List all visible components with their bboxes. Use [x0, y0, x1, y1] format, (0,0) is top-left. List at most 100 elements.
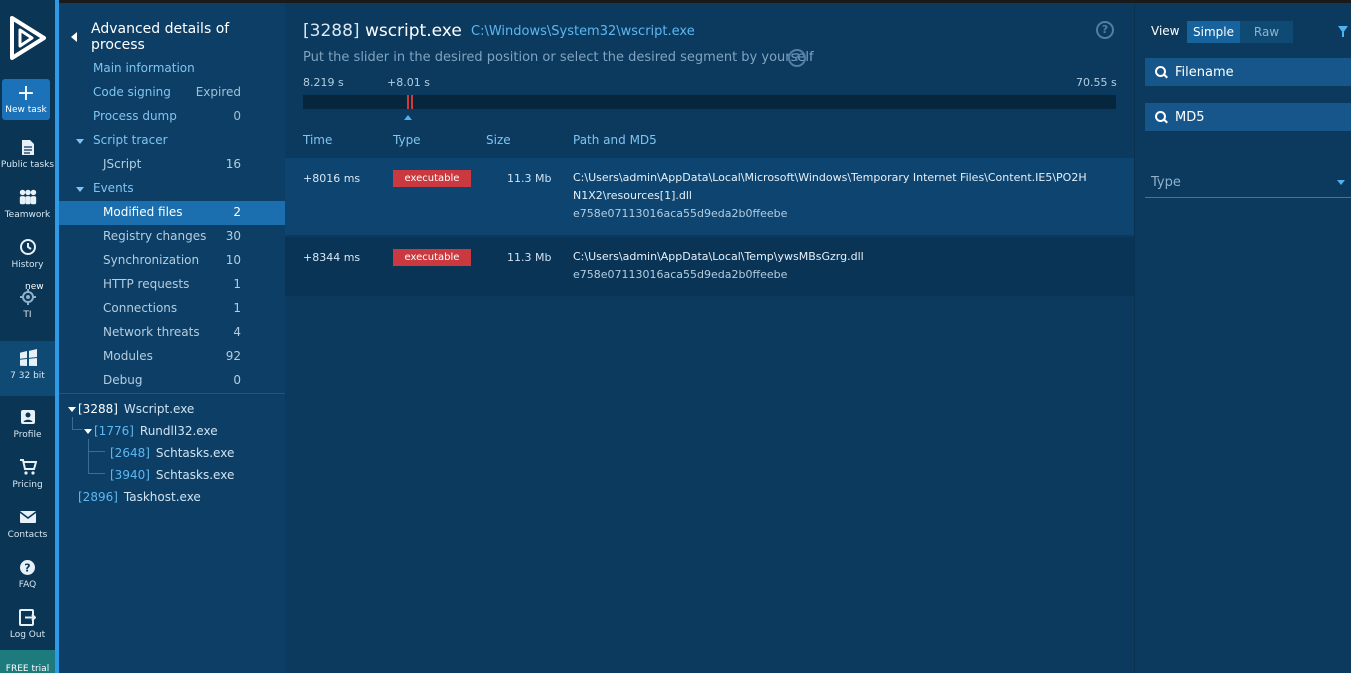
question-icon: ? — [18, 557, 38, 577]
tree-process-rundll32[interactable]: [1776] Rundll32.exe — [84, 424, 218, 438]
tree-process-schtasks[interactable]: [2648] Schtasks.exe — [110, 446, 234, 460]
menu-process-dump[interactable]: Process dump 0 — [59, 105, 285, 129]
history-label: History — [11, 260, 44, 270]
menu-jscript[interactable]: JScript 16 — [59, 153, 285, 177]
menu-network-threats[interactable]: Network threats 4 — [59, 321, 285, 345]
new-task-label: New task — [5, 104, 47, 115]
type-select[interactable]: Type — [1145, 167, 1351, 198]
search-icon — [1155, 111, 1167, 123]
tree-line — [72, 417, 73, 429]
pricing-label: Pricing — [12, 480, 43, 490]
play-logo-icon — [9, 16, 46, 60]
filter-icon-stem — [1342, 32, 1344, 37]
profile-label: Profile — [13, 430, 42, 440]
public-tasks-label: Public tasks — [0, 160, 55, 170]
rail-history[interactable]: History — [0, 237, 55, 270]
menu-modules[interactable]: Modules 92 — [59, 345, 285, 369]
menu-label: Modified files — [103, 205, 183, 219]
column-header-size[interactable]: Size — [486, 133, 511, 147]
filename-placeholder: Filename — [1175, 64, 1234, 80]
chevron-down-icon — [1337, 180, 1345, 185]
menu-main-information[interactable]: Main information — [59, 57, 285, 81]
logout-label: Log Out — [9, 630, 46, 640]
menu-value: 1 — [233, 301, 241, 315]
view-toggle: Simple Raw — [1187, 21, 1293, 43]
menu-code-signing[interactable]: Code signing Expired — [59, 81, 285, 105]
menu-value: 2 — [233, 205, 241, 219]
event-marker — [411, 95, 413, 109]
tree-process-schtasks[interactable]: [3940] Schtasks.exe — [110, 468, 234, 482]
svg-text:?: ? — [24, 561, 30, 574]
column-header-path[interactable]: Path and MD5 — [573, 133, 657, 147]
rail-public-tasks[interactable]: Public tasks — [0, 137, 55, 170]
contacts-label: Contacts — [7, 530, 48, 540]
rail-contacts[interactable]: Contacts — [0, 507, 55, 540]
profile-icon — [18, 407, 38, 427]
menu-registry-changes[interactable]: Registry changes 30 — [59, 225, 285, 249]
rail-os[interactable]: 7 32 bit — [0, 348, 55, 381]
back-arrow-icon[interactable] — [71, 32, 77, 42]
process-pid: [2648] — [110, 446, 150, 460]
collapse-caret-icon[interactable] — [68, 407, 76, 412]
menu-value: 16 — [225, 157, 241, 171]
column-header-time[interactable]: Time — [303, 133, 332, 147]
rail-faq[interactable]: ? FAQ — [0, 557, 55, 590]
tree-process-taskhost[interactable]: [2896] Taskhost.exe — [78, 490, 201, 504]
timeline-slider[interactable] — [303, 95, 1116, 109]
menu-label: Debug — [103, 373, 143, 387]
menu-connections[interactable]: Connections 1 — [59, 297, 285, 321]
menu-modified-files[interactable]: Modified files 2 — [59, 201, 285, 225]
os-label: 7 32 bit — [10, 371, 45, 381]
column-header-type[interactable]: Type — [393, 133, 421, 147]
slider-hint: Put the slider in the desired position o… — [303, 50, 814, 65]
menu-value: 0 — [233, 373, 241, 387]
new-badge: new — [25, 282, 44, 292]
table-row[interactable]: +8344 ms executable 11.3 Mb C:\Users\adm… — [285, 237, 1134, 296]
menu-script-tracer[interactable]: Script tracer — [59, 129, 285, 153]
collapse-caret-icon[interactable] — [84, 429, 92, 434]
rail-teamwork[interactable]: Teamwork — [0, 187, 55, 220]
row-path-md5: C:\Users\admin\AppData\Local\Microsoft\W… — [573, 169, 1118, 223]
process-details-panel: Advanced details of process Main informa… — [59, 3, 285, 673]
tree-line — [88, 451, 105, 452]
table-row[interactable]: +8016 ms executable 11.3 Mb C:\Users\adm… — [285, 158, 1134, 235]
row-size: 11.3 Mb — [507, 251, 552, 264]
md5-search-input[interactable]: MD5 — [1145, 103, 1351, 131]
menu-synchronization[interactable]: Synchronization 10 — [59, 249, 285, 273]
process-pid: [2896] — [78, 490, 118, 504]
row-time: +8344 ms — [303, 251, 361, 264]
menu-label: Registry changes — [103, 229, 207, 243]
md5-placeholder: MD5 — [1175, 109, 1205, 125]
rail-logout[interactable]: Log Out — [0, 607, 55, 640]
file-md5[interactable]: e758e07113016aca55d9eda2b0ffeebe — [573, 266, 1118, 284]
file-md5[interactable]: e758e07113016aca55d9eda2b0ffeebe — [573, 205, 1118, 223]
file-path[interactable]: C:\Users\admin\AppData\Local\Microsoft\W… — [573, 169, 1118, 205]
windows-icon — [18, 348, 38, 368]
process-name: Schtasks.exe — [155, 468, 235, 482]
slider-handle[interactable] — [404, 115, 412, 120]
menu-value: Expired — [195, 85, 241, 99]
new-task-button[interactable]: + New task — [2, 79, 50, 120]
free-trial-banner[interactable]: FREE trial — [0, 650, 55, 673]
slider-start-label: 8.219 s — [303, 76, 344, 89]
menu-label: Main information — [93, 61, 195, 75]
menu-debug[interactable]: Debug 0 — [59, 369, 285, 393]
view-raw-button[interactable]: Raw — [1240, 21, 1293, 43]
process-path: C:\Windows\System32\wscript.exe — [471, 24, 695, 39]
anyrun-logo[interactable] — [0, 3, 55, 73]
process-name: Wscript.exe — [123, 402, 195, 416]
tree-process-wscript[interactable]: [3288] Wscript.exe — [68, 402, 194, 416]
process-pid: [3288] — [303, 21, 360, 41]
help-icon[interactable]: ? — [1096, 21, 1114, 39]
row-size: 11.3 Mb — [507, 172, 552, 185]
rail-profile[interactable]: Profile — [0, 407, 55, 440]
menu-label: Modules — [103, 349, 153, 363]
details-header[interactable]: Advanced details of process — [71, 21, 285, 53]
file-path[interactable]: C:\Users\admin\AppData\Local\Temp\ywsMBs… — [573, 248, 1118, 266]
help-icon[interactable]: ? — [788, 49, 806, 67]
menu-events[interactable]: Events — [59, 177, 285, 201]
view-simple-button[interactable]: Simple — [1187, 21, 1240, 43]
menu-http-requests[interactable]: HTTP requests 1 — [59, 273, 285, 297]
rail-pricing[interactable]: Pricing — [0, 457, 55, 490]
filename-search-input[interactable]: Filename — [1145, 58, 1351, 86]
